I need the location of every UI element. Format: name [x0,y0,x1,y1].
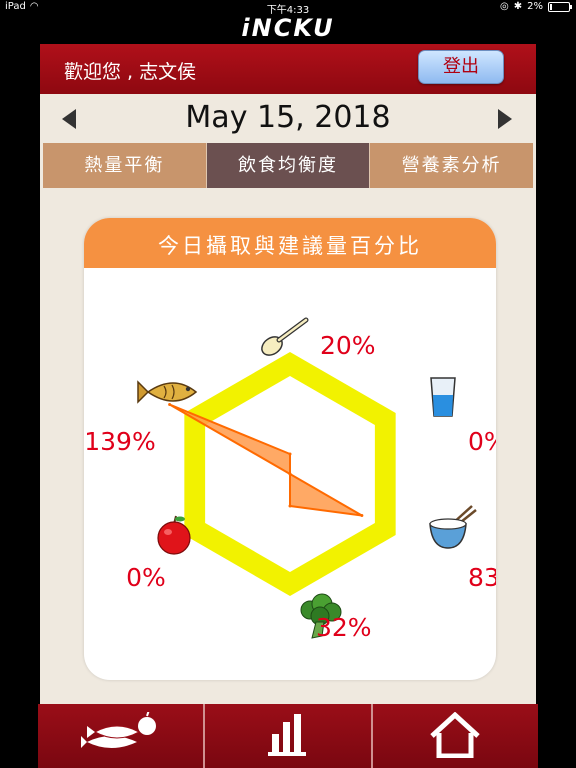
milk-icon [430,377,456,417]
radar-value-label: 0% [126,563,166,592]
tab-diet-balance[interactable]: 飲食均衡度 [206,143,371,188]
rice-bowl-icon [429,505,477,549]
bottom-nav [38,704,538,768]
bar-chart-icon [267,714,306,756]
food-log-button[interactable] [38,704,206,768]
home-icon [430,712,480,758]
current-date: May 15, 2018 [185,100,391,135]
radar-value-label: 83% [468,563,496,592]
logo-bar: iNCKU [0,14,576,44]
app-logo: iNCKU [241,14,335,42]
radar-chart: 20% 0% 83% 32% 0% 139% [84,317,496,642]
radar-point [288,504,292,508]
statistics-button[interactable] [205,704,373,768]
radar-point [168,403,172,406]
radar-point [288,452,292,456]
tab-nutrient-analysis[interactable]: 營養素分析 [370,143,534,188]
fish-icon [137,380,198,404]
radar-value-label: 20% [320,331,376,360]
radar-chart-card: 今日攝取與建議量百分比 20% 0 83 32% 0% 139% [84,218,496,680]
main-panel: 歡迎您 , 志文侯 登出 May 15, 2018 熱量平衡 飲食均衡度 營養素… [40,44,536,704]
radar-point [360,514,364,517]
next-day-icon[interactable] [498,109,512,129]
tab-bar: 熱量平衡 飲食均衡度 營養素分析 [43,143,534,188]
lock-rotation-icon: ◎ [500,1,509,12]
food-icon [80,712,156,748]
tab-calorie-balance[interactable]: 熱量平衡 [43,143,207,188]
spoon-icon [261,317,309,356]
welcome-text: 歡迎您 , 志文侯 [64,61,197,83]
radar-point [288,472,292,476]
radar-value-label: 32% [316,613,372,642]
date-navigator: May 15, 2018 [40,94,536,142]
bluetooth-icon: ✱ [513,1,523,12]
logout-button[interactable]: 登出 [418,50,504,84]
radar-value-label: 0% [468,427,496,456]
status-bar: iPad ◠ 下午4:33 ◎ ✱ 2% [0,0,576,16]
battery-percent: 2% [527,1,543,12]
battery-icon [548,1,572,12]
radar-value-label: 139% [84,427,155,456]
welcome-bar: 歡迎您 , 志文侯 登出 [40,44,536,94]
home-button[interactable] [373,704,538,768]
